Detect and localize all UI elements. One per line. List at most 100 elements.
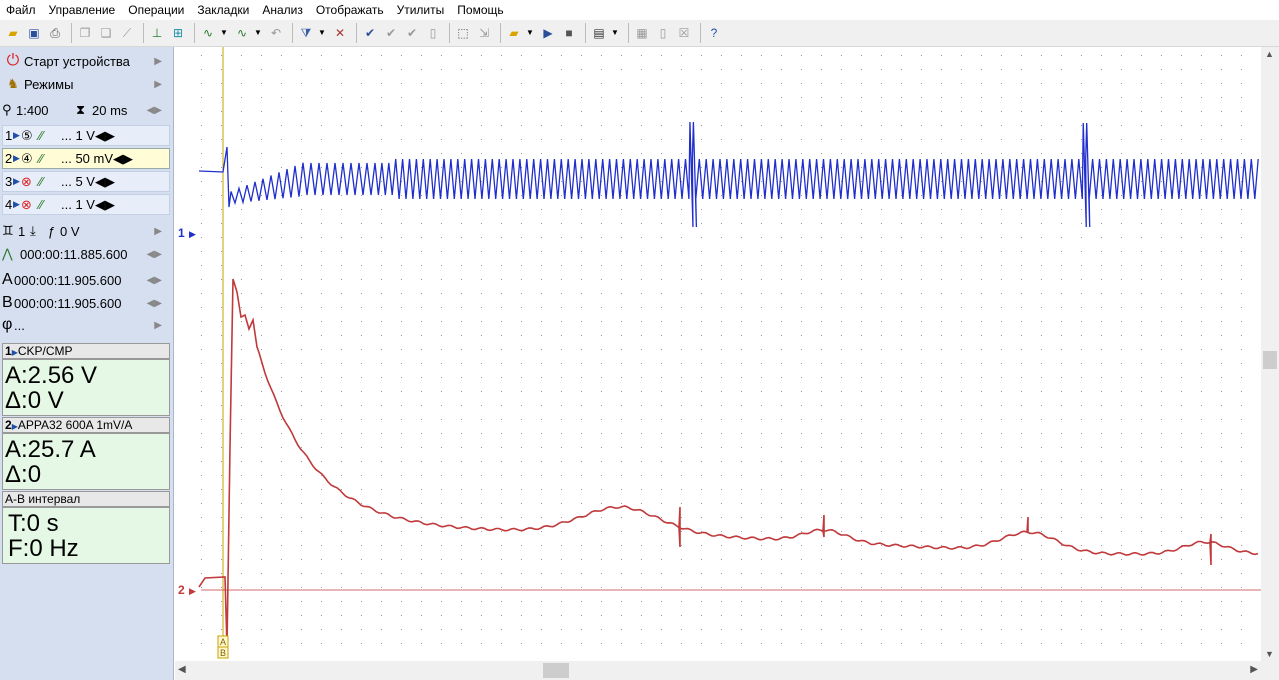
- dropdown-arrow-icon[interactable]: ▼: [254, 24, 262, 42]
- image-icon[interactable]: ▦: [633, 24, 651, 42]
- cursor-b-time: 000:00:11.905.600: [14, 295, 122, 311]
- menu-help[interactable]: Помощь: [457, 3, 503, 17]
- cursor-b-icon: B: [2, 294, 13, 311]
- waveform-icon[interactable]: ∿: [199, 24, 217, 42]
- page-icon[interactable]: ▯: [654, 24, 672, 42]
- horizontal-scroll-thumb[interactable]: [543, 663, 569, 678]
- play-icon[interactable]: ▶: [539, 24, 557, 42]
- adjust-arrows-icon[interactable]: ◀▶: [147, 298, 162, 309]
- folder-icon[interactable]: ▰: [505, 24, 523, 42]
- check-icon[interactable]: ✔: [361, 24, 379, 42]
- trigger-row[interactable]: ♊ 1 ⤓ ƒ 0 V ▶: [2, 220, 170, 242]
- vertical-scrollbar[interactable]: ▲ ▼: [1261, 47, 1279, 661]
- waveform-canvas[interactable]: 1 ▶ 2 ▶ A B: [175, 47, 1261, 661]
- print-icon[interactable]: ⎙: [46, 24, 64, 42]
- open-icon[interactable]: ▰: [4, 24, 22, 42]
- check-down-icon[interactable]: ✔: [382, 24, 400, 42]
- scroll-up-icon[interactable]: ▲: [1265, 49, 1274, 59]
- check-up-icon[interactable]: ✔: [403, 24, 421, 42]
- undo-icon[interactable]: ↶: [267, 24, 285, 42]
- menu-view[interactable]: Отображать: [316, 3, 384, 17]
- cursor-a-row[interactable]: A 000:00:11.905.600 ◀▶: [2, 269, 170, 291]
- trigger-time-icon: ⋀: [2, 246, 13, 261]
- toolbar-separator: [628, 23, 629, 43]
- dropdown-arrow-icon[interactable]: ▼: [526, 24, 534, 42]
- menu-analysis[interactable]: Анализ: [262, 3, 303, 17]
- document-icon[interactable]: ▯: [424, 24, 442, 42]
- zoom-row[interactable]: ⚲ 1:400 ⧗ 20 ms ◀▶: [2, 99, 170, 121]
- ch1-level-marker[interactable]: 1: [178, 226, 185, 240]
- chevron-right-icon: ▶: [154, 225, 162, 237]
- filter-icon[interactable]: ⧩: [297, 24, 315, 42]
- scroll-down-icon[interactable]: ▼: [1265, 649, 1274, 659]
- scroll-left-icon[interactable]: ◀: [178, 664, 186, 675]
- help-icon[interactable]: ?: [705, 24, 723, 42]
- trigger-time-row[interactable]: ⋀ 000:00:11.885.600 ◀▶: [2, 243, 170, 265]
- left-panel: ⏻ Старт устройства ▶ ♞ Режимы ▶ ⚲ 1:400 …: [0, 47, 174, 680]
- paste-icon[interactable]: ❏: [97, 24, 115, 42]
- cursor-a-time: 000:00:11.905.600: [14, 272, 122, 288]
- adjust-arrows-icon[interactable]: ◀▶: [113, 151, 133, 167]
- panel-ab-header[interactable]: A-B интервал: [2, 491, 170, 507]
- transform-icon[interactable]: ⇲: [475, 24, 493, 42]
- panel-ch2-header[interactable]: 2▶APPA32 600A 1mV/A: [2, 417, 170, 433]
- channel-row-2[interactable]: 2 ▶ ④ ⁄⁄ ... 50 mV ◀▶: [2, 148, 170, 169]
- oscilloscope-plot-area[interactable]: 1 ▶ 2 ▶ A B: [175, 47, 1261, 661]
- channel-row-3[interactable]: 3 ▶ ⊗ ⁄⁄ ... 5 V ◀▶: [2, 171, 170, 192]
- modes-row[interactable]: ♞ Режимы ▶: [2, 73, 170, 95]
- horizontal-scrollbar[interactable]: ◀ ▶: [175, 661, 1261, 680]
- phase-icon: φ: [2, 316, 13, 333]
- menu-operations[interactable]: Операции: [128, 3, 184, 17]
- channel-row-1[interactable]: 1 ▶ ⑤ ⁄⁄ ... 1 V ◀▶: [2, 125, 170, 146]
- ch1-delta-value: Δ:0 V: [5, 387, 64, 414]
- adjust-arrows-icon[interactable]: ◀▶: [95, 128, 115, 144]
- adjust-arrows-icon[interactable]: ◀▶: [147, 105, 162, 116]
- menu-control[interactable]: Управление: [49, 3, 116, 17]
- start-device-row[interactable]: ⏻ Старт устройства ▶: [2, 50, 170, 72]
- modes-icon: ♞: [7, 76, 19, 91]
- scroll-right-icon[interactable]: ▶: [1250, 664, 1258, 675]
- panel-ab-title: A-B интервал: [5, 492, 81, 506]
- tool-icon[interactable]: ⟋: [118, 24, 136, 42]
- ch2-waveform: [198, 278, 1259, 648]
- adjust-arrows-icon[interactable]: ◀▶: [95, 197, 115, 213]
- channel-scale: ... 1 V: [61, 128, 95, 143]
- menu-utilities[interactable]: Утилиты: [397, 3, 445, 17]
- adjust-arrows-icon[interactable]: ◀▶: [95, 174, 115, 190]
- phase-row[interactable]: φ ... ▶: [2, 314, 170, 336]
- waveform-alt-icon[interactable]: ∿: [233, 24, 251, 42]
- menu-file[interactable]: Файл: [6, 3, 36, 17]
- clear-icon[interactable]: ✕: [331, 24, 349, 42]
- select-icon[interactable]: ⬚: [454, 24, 472, 42]
- cursor-b-label: B: [220, 648, 226, 658]
- dropdown-arrow-icon[interactable]: ▼: [318, 24, 326, 42]
- stop-icon[interactable]: ■: [560, 24, 578, 42]
- trigger-level: 0 V: [60, 223, 80, 239]
- toolbar-separator: [500, 23, 501, 43]
- ch1-a-value: A:2.56 V: [5, 362, 98, 389]
- trigger-icon: ♊: [2, 223, 14, 238]
- dropdown-arrow-icon[interactable]: ▼: [611, 24, 619, 42]
- dropdown-arrow-icon[interactable]: ▼: [220, 24, 228, 42]
- ruler-icon[interactable]: ⊞: [169, 24, 187, 42]
- adjust-arrows-icon[interactable]: ◀▶: [147, 249, 162, 260]
- scroll-corner: [1261, 661, 1279, 680]
- delete-icon[interactable]: ☒: [675, 24, 693, 42]
- cursor-b-row[interactable]: B 000:00:11.905.600 ◀▶: [2, 292, 170, 314]
- marker-icon[interactable]: ⊥: [148, 24, 166, 42]
- toolbar-separator: [194, 23, 195, 43]
- copy-icon[interactable]: ❐: [76, 24, 94, 42]
- menu-bookmarks[interactable]: Закладки: [197, 3, 249, 17]
- magnifier-icon: ⚲: [2, 102, 12, 117]
- channel-arrow-icon: ▶: [13, 153, 20, 163]
- toolbar-separator: [356, 23, 357, 43]
- vertical-scroll-thumb[interactable]: [1263, 351, 1277, 369]
- chevron-right-icon: ▶: [154, 319, 162, 331]
- panel-ch1-title: CKP/CMP: [17, 344, 73, 358]
- layout-icon[interactable]: ▤: [590, 24, 608, 42]
- panel-ch1-header[interactable]: 1▶CKP/CMP: [2, 343, 170, 359]
- ch2-level-marker[interactable]: 2: [178, 583, 185, 597]
- save-icon[interactable]: ▣: [25, 24, 43, 42]
- adjust-arrows-icon[interactable]: ◀▶: [147, 275, 162, 286]
- channel-row-4[interactable]: 4 ▶ ⊗ ⁄⁄ ... 1 V ◀▶: [2, 194, 170, 215]
